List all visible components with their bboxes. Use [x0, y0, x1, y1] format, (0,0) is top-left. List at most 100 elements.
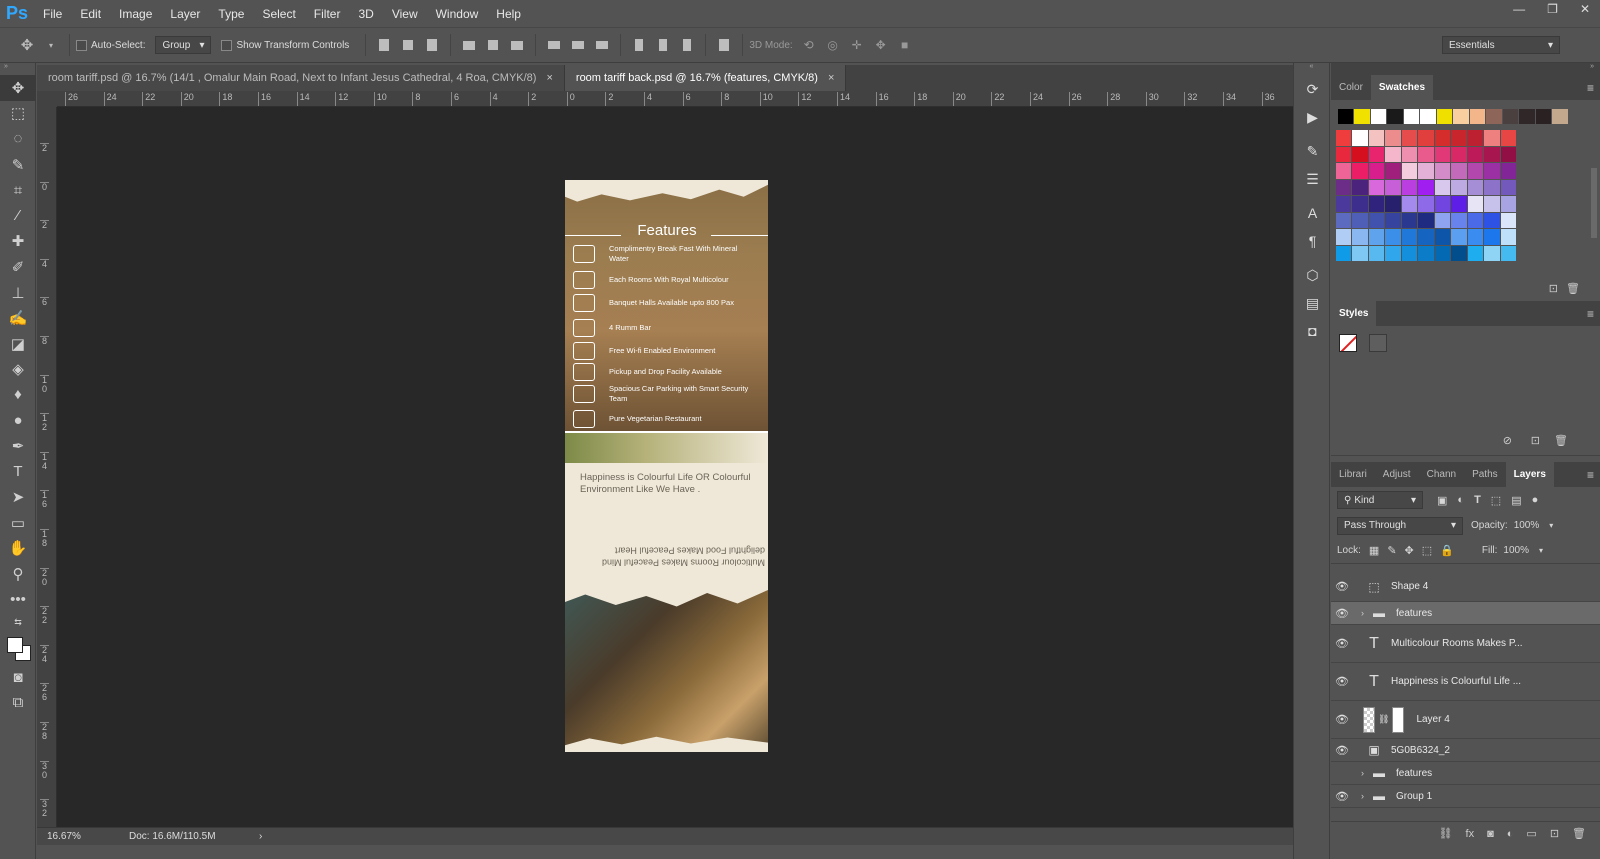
lock-pixels-icon[interactable]: ✎ — [1387, 544, 1396, 557]
color-swatch[interactable] — [1352, 179, 1368, 195]
layer-row[interactable]: 👁 ⬚ Shape 4 — [1331, 572, 1600, 602]
align-left-icon[interactable] — [460, 36, 478, 54]
color-swatch[interactable] — [1418, 179, 1434, 195]
clone-stamp-tool-icon[interactable]: ⊥ — [0, 280, 36, 306]
color-swatch[interactable] — [1368, 163, 1384, 179]
color-swatch[interactable] — [1385, 130, 1401, 146]
color-swatch[interactable] — [1434, 163, 1450, 179]
color-swatch[interactable] — [1500, 245, 1516, 261]
menu-view[interactable]: View — [383, 7, 427, 21]
color-swatch[interactable] — [1401, 212, 1417, 228]
history-icon[interactable]: ⟳ — [1294, 75, 1331, 103]
properties-icon[interactable]: ▤ — [1294, 289, 1331, 317]
color-swatch[interactable] — [1368, 196, 1384, 212]
status-menu-arrow[interactable]: › — [259, 831, 262, 842]
color-swatch[interactable] — [1434, 130, 1450, 146]
tab-layers[interactable]: Layers — [1505, 462, 1554, 487]
color-swatch[interactable] — [1451, 179, 1467, 195]
auto-align-icon[interactable] — [715, 36, 733, 54]
color-swatch[interactable] — [1352, 229, 1368, 245]
color-swatch[interactable] — [1500, 146, 1516, 162]
zoom-level[interactable]: 16.67% — [37, 831, 97, 842]
lock-position-icon[interactable]: ✥ — [1405, 544, 1414, 557]
layer-row[interactable]: 👁 T Happiness is Colourful Life ... — [1331, 663, 1600, 701]
marquee-tool-icon[interactable]: ⬚ — [0, 101, 36, 127]
tab-swatches[interactable]: Swatches — [1370, 75, 1434, 100]
adjustment-layer-icon[interactable]: ◐ — [1507, 828, 1514, 840]
auto-select-checkbox[interactable] — [76, 39, 87, 51]
color-swatch[interactable] — [1352, 146, 1368, 162]
panel-collapse-icon[interactable]: » — [0, 63, 35, 75]
layer-row[interactable]: 👁 T Multicolour Rooms Makes P... — [1331, 625, 1600, 663]
brush-settings-icon[interactable]: ☰ — [1294, 165, 1331, 193]
distribute-right-icon[interactable] — [678, 36, 696, 54]
color-swatch[interactable] — [1352, 212, 1368, 228]
tab-channels[interactable]: Chann — [1419, 462, 1464, 487]
color-swatch[interactable] — [1484, 130, 1500, 146]
color-swatch[interactable] — [1385, 179, 1401, 195]
crop-tool-icon[interactable]: ⌗ — [0, 177, 36, 203]
color-swatch[interactable] — [1387, 108, 1403, 124]
filter-smart-icon[interactable]: ▤ — [1511, 494, 1521, 507]
move-tool-preset-icon[interactable]: ✥ — [18, 36, 36, 54]
filter-toggle-icon[interactable]: ● — [1532, 494, 1539, 506]
color-swatch[interactable] — [1403, 108, 1419, 124]
trash-icon[interactable]: 🗑 — [1566, 282, 1580, 295]
color-swatch[interactable] — [1401, 179, 1417, 195]
color-swatch[interactable] — [1368, 229, 1384, 245]
color-swatch[interactable] — [1335, 146, 1351, 162]
color-swatch[interactable] — [1436, 108, 1452, 124]
color-swatch[interactable] — [1451, 146, 1467, 162]
transform-controls-option[interactable]: Show Transform Controls — [221, 39, 349, 51]
menu-help[interactable]: Help — [487, 7, 530, 21]
filter-pixel-icon[interactable]: ▣ — [1437, 494, 1447, 507]
chevron-right-icon[interactable]: › — [1361, 608, 1364, 618]
color-swatch[interactable] — [1451, 245, 1467, 261]
color-swatch[interactable] — [1484, 163, 1500, 179]
document-canvas[interactable]: Features Complimentry Break Fast With Mi… — [565, 180, 768, 752]
color-swatch[interactable] — [1418, 212, 1434, 228]
chevron-right-icon[interactable]: › — [1361, 791, 1364, 801]
close-icon[interactable]: × — [546, 72, 552, 84]
color-swatch[interactable] — [1368, 212, 1384, 228]
color-swatch[interactable] — [1500, 196, 1516, 212]
more-tools-icon[interactable]: ••• — [0, 587, 36, 613]
align-right-icon[interactable] — [508, 36, 526, 54]
color-swatch[interactable] — [1451, 212, 1467, 228]
visibility-eye-icon[interactable]: 👁 — [1331, 580, 1353, 593]
distribute-hcenter-icon[interactable] — [654, 36, 672, 54]
menu-filter[interactable]: Filter — [305, 7, 350, 21]
transform-controls-checkbox[interactable] — [221, 39, 233, 51]
fx-icon[interactable]: fx — [1466, 828, 1475, 840]
color-swatch[interactable] — [1451, 196, 1467, 212]
3d-scale-icon[interactable]: ■ — [896, 36, 914, 54]
color-swatch[interactable] — [1352, 196, 1368, 212]
3d-slide-icon[interactable]: ✥ — [872, 36, 890, 54]
opacity-value[interactable]: 100% — [1514, 520, 1540, 531]
color-swatch[interactable] — [1467, 229, 1483, 245]
rectangle-tool-icon[interactable]: ▭ — [0, 510, 36, 536]
color-swatch[interactable] — [1335, 163, 1351, 179]
camera-icon[interactable]: ◘ — [1294, 317, 1331, 345]
color-swatch[interactable] — [1451, 163, 1467, 179]
close-icon[interactable]: × — [828, 72, 834, 84]
color-swatch[interactable] — [1352, 245, 1368, 261]
menu-layer[interactable]: Layer — [161, 7, 209, 21]
tab-room-tariff-back[interactable]: room tariff back.psd @ 16.7% (features, … — [564, 65, 847, 91]
color-swatch[interactable] — [1370, 108, 1386, 124]
color-swatch[interactable] — [1368, 245, 1384, 261]
lock-transparent-icon[interactable]: ▦ — [1369, 544, 1379, 557]
color-swatch[interactable] — [1467, 196, 1483, 212]
color-swatch[interactable] — [1500, 229, 1516, 245]
new-layer-icon[interactable]: ⊡ — [1550, 827, 1559, 840]
color-swatch[interactable] — [1401, 146, 1417, 162]
brush-tool-icon[interactable]: ✐ — [0, 254, 36, 280]
trash-icon[interactable]: 🗑 — [1554, 434, 1568, 447]
3d-pan-icon[interactable]: ✛ — [848, 36, 866, 54]
color-swatch[interactable] — [1434, 229, 1450, 245]
color-swatch[interactable] — [1502, 108, 1518, 124]
color-swatch[interactable] — [1401, 130, 1417, 146]
color-swatch[interactable] — [1335, 130, 1351, 146]
color-swatch[interactable] — [1500, 130, 1516, 146]
ruler-horizontal[interactable]: 26 24 22 20 18 16 14 12 10 8 6 4 2 0 2 4 6 8 10 12 14 16 18 20 2… — [57, 91, 1293, 107]
